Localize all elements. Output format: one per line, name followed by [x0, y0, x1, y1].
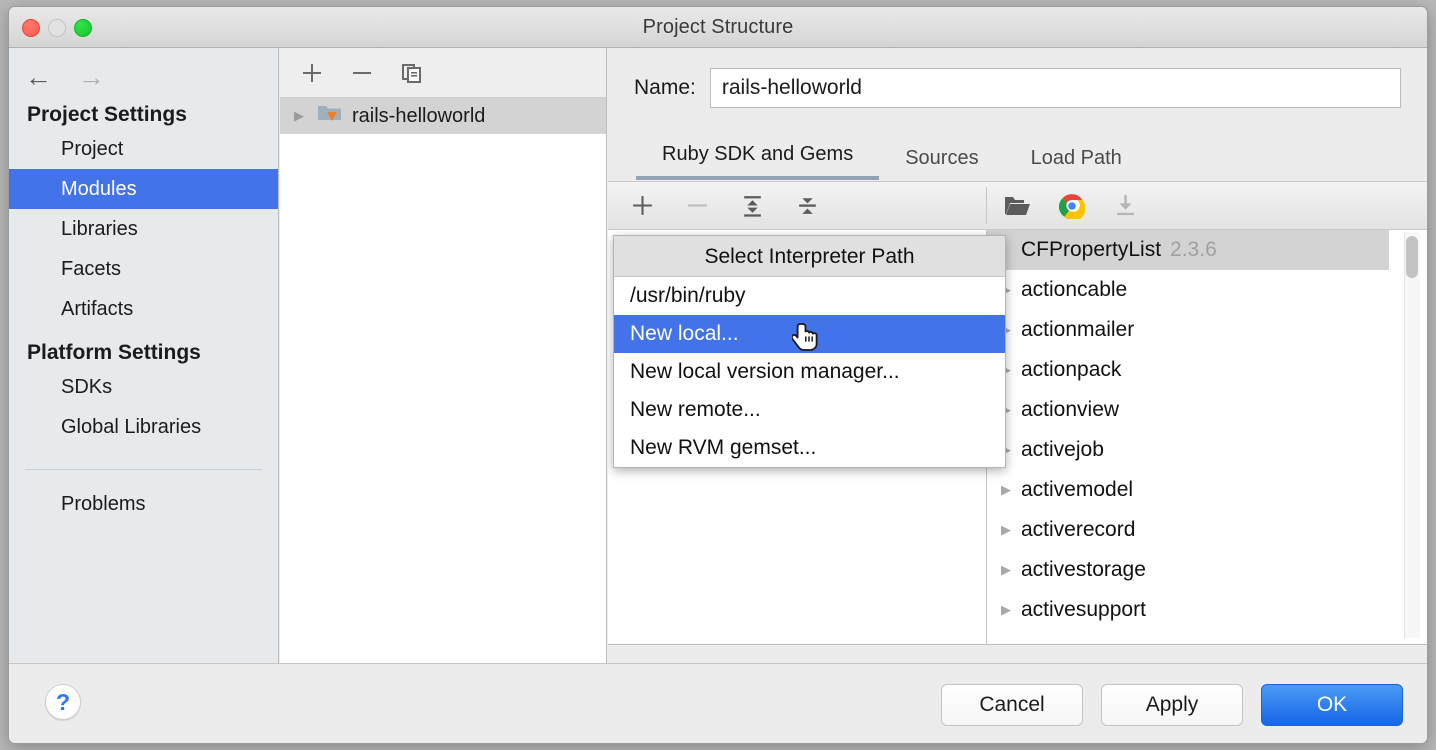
mouse-pointer-hand-icon: [791, 322, 822, 361]
gem-toolbar-divider: [986, 187, 987, 224]
details-tabs: Ruby SDK and Gems Sources Load Path: [608, 134, 1427, 180]
cancel-button[interactable]: Cancel: [941, 684, 1083, 726]
sidebar-item-libraries[interactable]: Libraries: [9, 209, 278, 249]
traffic-lights: [22, 19, 92, 37]
gem-row[interactable]: ▶ activerecord: [987, 510, 1389, 550]
ok-button[interactable]: OK: [1261, 684, 1403, 726]
gem-twisty-icon[interactable]: ▶: [991, 522, 1021, 538]
remove-gem-icon[interactable]: [685, 193, 710, 218]
gem-name-label: activestorage: [1021, 558, 1146, 581]
gem-list-area: CFPropertyList 2.3.6 ▶ actioncable ▶ act…: [608, 230, 1427, 645]
remove-module-icon[interactable]: [350, 61, 374, 85]
gem-name-label: activemodel: [1021, 478, 1134, 501]
gem-name-label: actioncable: [1021, 278, 1128, 301]
help-button[interactable]: ?: [45, 684, 81, 720]
menu-title: Select Interpreter Path: [614, 236, 1005, 277]
download-icon[interactable]: [1113, 193, 1138, 218]
add-gem-icon[interactable]: [630, 193, 655, 218]
project-structure-window: Project Structure ← → Project Settings P…: [8, 6, 1428, 744]
sidebar-item-problems[interactable]: Problems: [9, 484, 278, 524]
back-arrow-icon[interactable]: ←: [25, 64, 52, 91]
module-tree-panel: ▶ rails-helloworld: [280, 48, 607, 663]
sidebar-nav-arrows: ← →: [9, 48, 278, 91]
gem-twisty-icon[interactable]: ▶: [991, 482, 1021, 498]
tab-sources[interactable]: Sources: [879, 147, 1004, 180]
gem-row[interactable]: ▶ activejob: [987, 430, 1389, 470]
sidebar-group-project-settings: Project Settings: [27, 103, 187, 126]
close-window-icon[interactable]: [22, 19, 40, 37]
gem-name-label: activesupport: [1021, 598, 1146, 621]
module-name-row: Name:: [608, 48, 1427, 108]
gem-list-scrollbar-track[interactable]: [1404, 232, 1420, 638]
module-tree-row[interactable]: ▶ rails-helloworld: [280, 98, 606, 134]
forward-arrow-icon[interactable]: →: [78, 64, 105, 91]
tab-ruby-sdk-and-gems[interactable]: Ruby SDK and Gems: [636, 143, 880, 180]
module-tree-toolbar: [280, 48, 606, 98]
menu-item-usr-bin-ruby[interactable]: /usr/bin/ruby: [614, 277, 1005, 315]
dialog-buttons: Cancel Apply OK: [941, 684, 1403, 726]
gem-row[interactable]: CFPropertyList 2.3.6: [987, 230, 1389, 270]
menu-item-new-rvm-gemset[interactable]: New RVM gemset...: [614, 429, 1005, 467]
open-folder-icon[interactable]: [1004, 194, 1031, 217]
gem-version-label: 2.3.6: [1170, 238, 1217, 261]
add-module-icon[interactable]: [300, 61, 324, 85]
sidebar-group-platform-settings: Platform Settings: [27, 341, 201, 364]
sidebar-item-global-libraries[interactable]: Global Libraries: [9, 407, 278, 447]
maximize-window-icon[interactable]: [74, 19, 92, 37]
module-name-input[interactable]: [709, 68, 1401, 108]
collapse-all-icon[interactable]: [795, 193, 820, 218]
gem-name-label: activerecord: [1021, 518, 1136, 541]
window-titlebar: Project Structure: [9, 7, 1427, 48]
tab-load-path[interactable]: Load Path: [1005, 147, 1148, 180]
sidebar-divider: [25, 469, 262, 470]
gem-toolbar: [608, 181, 1427, 230]
sidebar-item-modules[interactable]: Modules: [9, 169, 278, 209]
module-name-label: rails-helloworld: [352, 104, 486, 127]
tree-expand-twisty-icon[interactable]: ▶: [290, 108, 308, 124]
module-details-pane: Name: Ruby SDK and Gems Sources Load Pat…: [608, 48, 1427, 663]
gem-list[interactable]: CFPropertyList 2.3.6 ▶ actioncable ▶ act…: [987, 230, 1389, 644]
gem-row[interactable]: ▶ activemodel: [987, 470, 1389, 510]
gem-name-label: CFPropertyList: [1021, 238, 1162, 261]
module-name-label-text: Name:: [634, 76, 696, 99]
minimize-window-icon[interactable]: [48, 19, 66, 37]
sidebar-item-artifacts[interactable]: Artifacts: [9, 289, 278, 329]
module-folder-icon: [317, 102, 343, 130]
gem-row[interactable]: ▶ activesupport: [987, 590, 1389, 630]
sidebar-item-project[interactable]: Project: [9, 129, 278, 169]
gem-name-label: activejob: [1021, 438, 1104, 461]
gem-twisty-icon[interactable]: ▶: [991, 562, 1021, 578]
chrome-icon[interactable]: [1059, 193, 1085, 219]
settings-sidebar: ← → Project Settings Project Modules Lib…: [9, 48, 279, 663]
window-body: ← → Project Settings Project Modules Lib…: [9, 48, 1427, 743]
gem-twisty-icon[interactable]: ▶: [991, 602, 1021, 618]
sidebar-item-sdks[interactable]: SDKs: [9, 367, 278, 407]
gem-row[interactable]: ▶ actionpack: [987, 350, 1389, 390]
gem-row[interactable]: ▶ actioncable: [987, 270, 1389, 310]
select-interpreter-path-menu: Select Interpreter Path /usr/bin/ruby Ne…: [613, 235, 1006, 468]
sidebar-item-facets[interactable]: Facets: [9, 249, 278, 289]
expand-all-icon[interactable]: [740, 193, 765, 218]
gem-row[interactable]: ▶ actionmailer: [987, 310, 1389, 350]
copy-module-icon[interactable]: [400, 61, 424, 85]
window-title: Project Structure: [642, 16, 794, 38]
apply-button[interactable]: Apply: [1101, 684, 1243, 726]
gem-row[interactable]: ▶ actionview: [987, 390, 1389, 430]
dialog-footer: ? Cancel Apply OK: [9, 663, 1427, 743]
gem-list-scrollbar-thumb[interactable]: [1406, 236, 1418, 278]
gem-name-label: actionmailer: [1021, 318, 1135, 341]
menu-item-new-remote[interactable]: New remote...: [614, 391, 1005, 429]
gem-name-label: actionpack: [1021, 358, 1122, 381]
gem-row[interactable]: ▶ activestorage: [987, 550, 1389, 590]
gem-name-label: actionview: [1021, 398, 1120, 421]
